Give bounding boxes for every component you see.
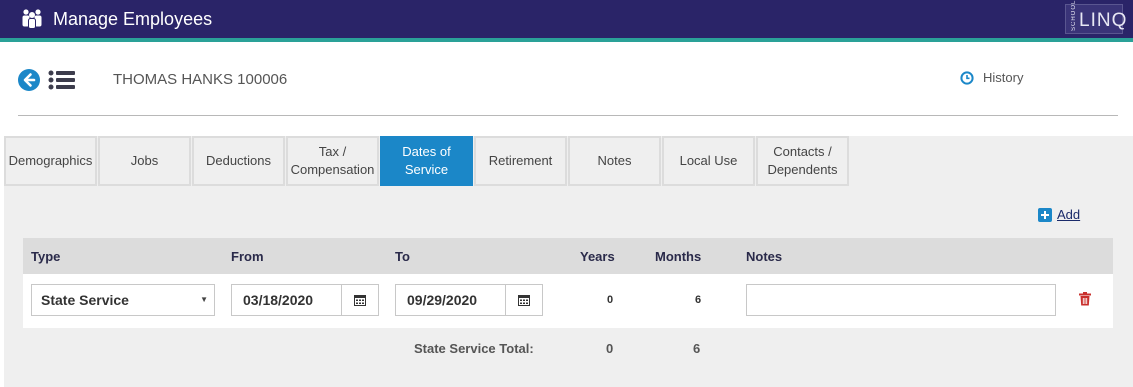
tab-retirement[interactable]: Retirement xyxy=(474,136,567,186)
type-select[interactable]: State Service ▼ xyxy=(31,284,215,316)
header-to: To xyxy=(395,249,410,264)
plus-square-icon xyxy=(1038,207,1052,222)
accent-stripe xyxy=(0,38,1133,42)
list-icon[interactable] xyxy=(48,69,75,91)
header-from: From xyxy=(231,249,264,264)
app-title: Manage Employees xyxy=(53,9,213,29)
header-notes: Notes xyxy=(746,249,783,264)
calendar-icon xyxy=(518,295,530,306)
from-date-value[interactable]: 03/18/2020 xyxy=(232,285,342,315)
total-months: 6 xyxy=(693,341,701,356)
header-divider xyxy=(18,115,1118,116)
logo-big-text: LINQ xyxy=(1079,10,1128,31)
type-select-value: State Service xyxy=(41,292,129,308)
tab-deductions[interactable]: Deductions xyxy=(192,136,285,186)
to-date-value[interactable]: 09/29/2020 xyxy=(396,285,506,315)
header-months: Months xyxy=(655,249,702,264)
school-linq-logo: SCHOOL LINQ xyxy=(1065,0,1126,34)
dropdown-caret-icon: ▼ xyxy=(200,295,208,304)
from-date-field[interactable]: 03/18/2020 xyxy=(231,284,379,316)
total-years: 0 xyxy=(606,341,614,356)
tab-notes[interactable]: Notes xyxy=(568,136,661,186)
calendar-icon xyxy=(354,295,366,306)
add-button[interactable]: Add xyxy=(1038,207,1080,222)
notes-input[interactable] xyxy=(746,284,1056,316)
tab-contacts-dependents[interactable]: Contacts / Dependents xyxy=(756,136,849,186)
row-years: 0 xyxy=(607,294,614,306)
tab-jobs[interactable]: Jobs xyxy=(98,136,191,186)
logo-small-text: SCHOOL xyxy=(1071,0,1077,31)
add-label: Add xyxy=(1057,207,1081,222)
tab-dates-of-service[interactable]: Dates of Service xyxy=(380,136,473,186)
from-calendar-button[interactable] xyxy=(342,285,378,315)
back-arrow-icon[interactable] xyxy=(18,69,40,91)
state-service-total-label: State Service Total: xyxy=(414,341,534,356)
tab-bar: Demographics Jobs Deductions Tax / Compe… xyxy=(4,136,850,186)
tab-local-use[interactable]: Local Use xyxy=(662,136,755,186)
trash-icon[interactable] xyxy=(1079,292,1091,306)
tab-demographics[interactable]: Demographics xyxy=(4,136,97,186)
tab-tax-compensation[interactable]: Tax / Compensation xyxy=(286,136,379,186)
employees-icon xyxy=(22,9,42,29)
to-date-field[interactable]: 09/29/2020 xyxy=(395,284,543,316)
history-label: History xyxy=(983,70,1024,85)
table-header xyxy=(23,238,1113,274)
employee-name: THOMAS HANKS 100006 xyxy=(113,71,288,88)
to-calendar-button[interactable] xyxy=(506,285,542,315)
clock-icon xyxy=(960,70,974,85)
row-months: 6 xyxy=(695,294,702,306)
header-type: Type xyxy=(31,249,61,264)
header-years: Years xyxy=(580,249,615,264)
history-link[interactable]: History xyxy=(960,70,1023,85)
